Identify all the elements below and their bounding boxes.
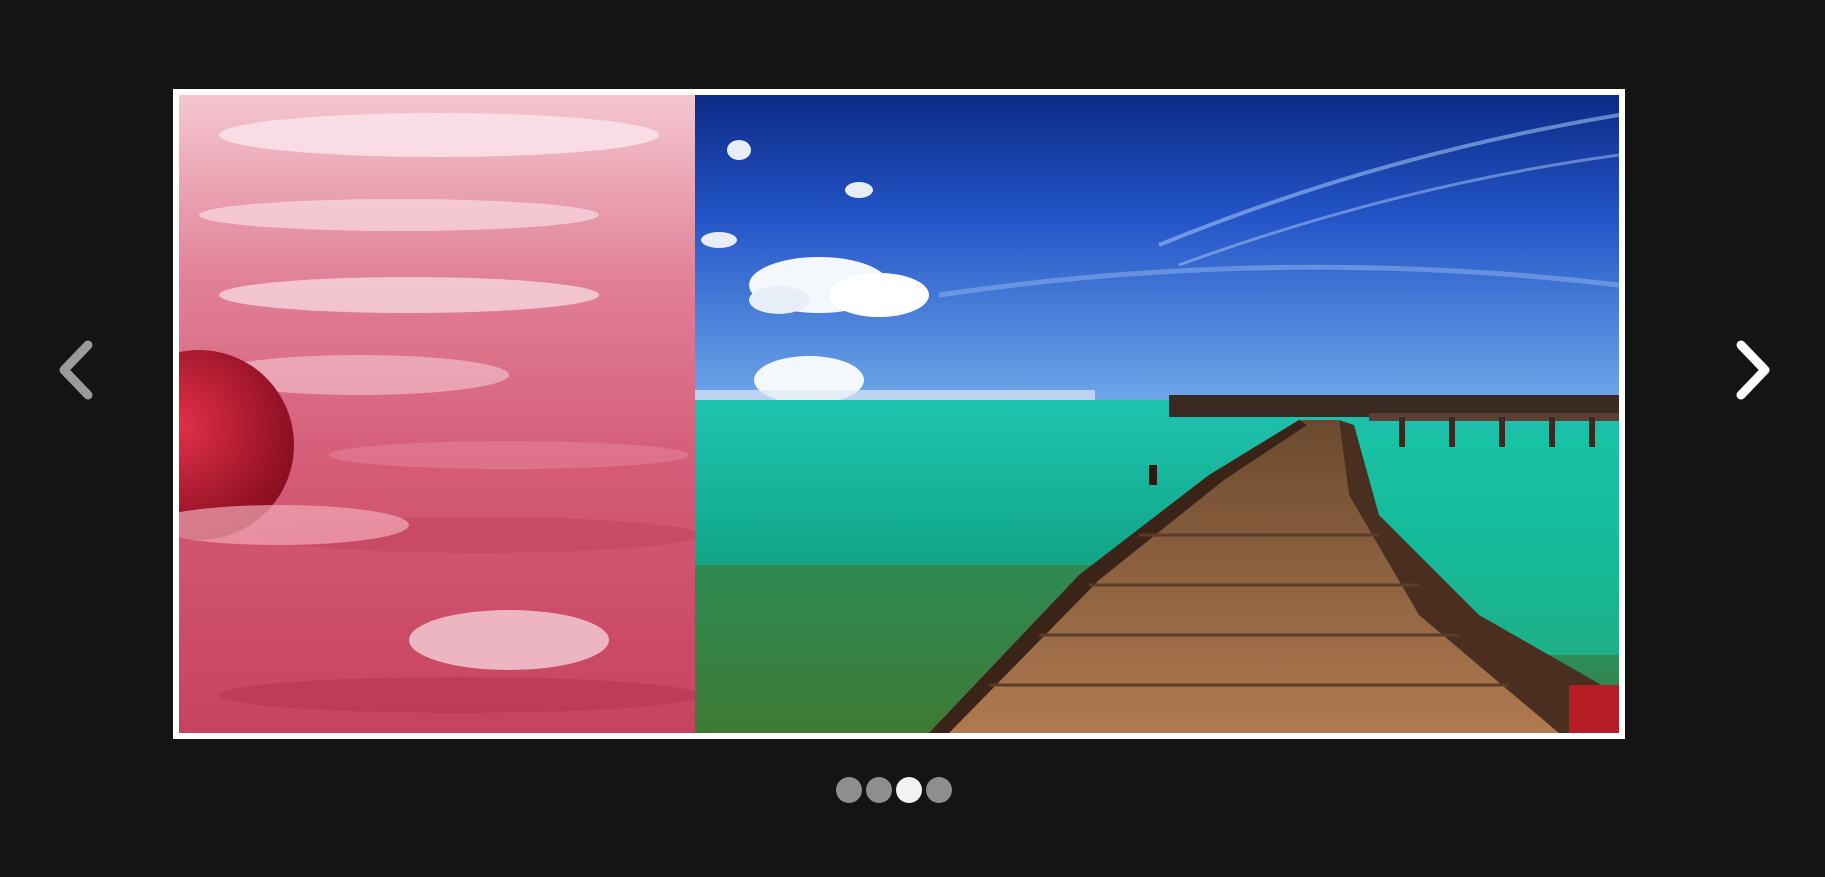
chevron-right-icon bbox=[1736, 340, 1770, 400]
pagination-dot-4[interactable] bbox=[926, 777, 952, 803]
slide-pagination bbox=[836, 777, 952, 803]
pagination-dot-2[interactable] bbox=[866, 777, 892, 803]
carousel bbox=[0, 0, 1825, 877]
pagination-dot-3[interactable] bbox=[896, 777, 922, 803]
pagination-dot-1[interactable] bbox=[836, 777, 862, 803]
pink-water-and-tropical-pier-image bbox=[179, 95, 1619, 733]
chevron-left-icon bbox=[59, 340, 93, 400]
slide-frame bbox=[173, 89, 1625, 739]
previous-slide-button[interactable] bbox=[54, 335, 104, 405]
next-slide-button[interactable] bbox=[1725, 335, 1775, 405]
slide-image[interactable] bbox=[179, 95, 1619, 733]
